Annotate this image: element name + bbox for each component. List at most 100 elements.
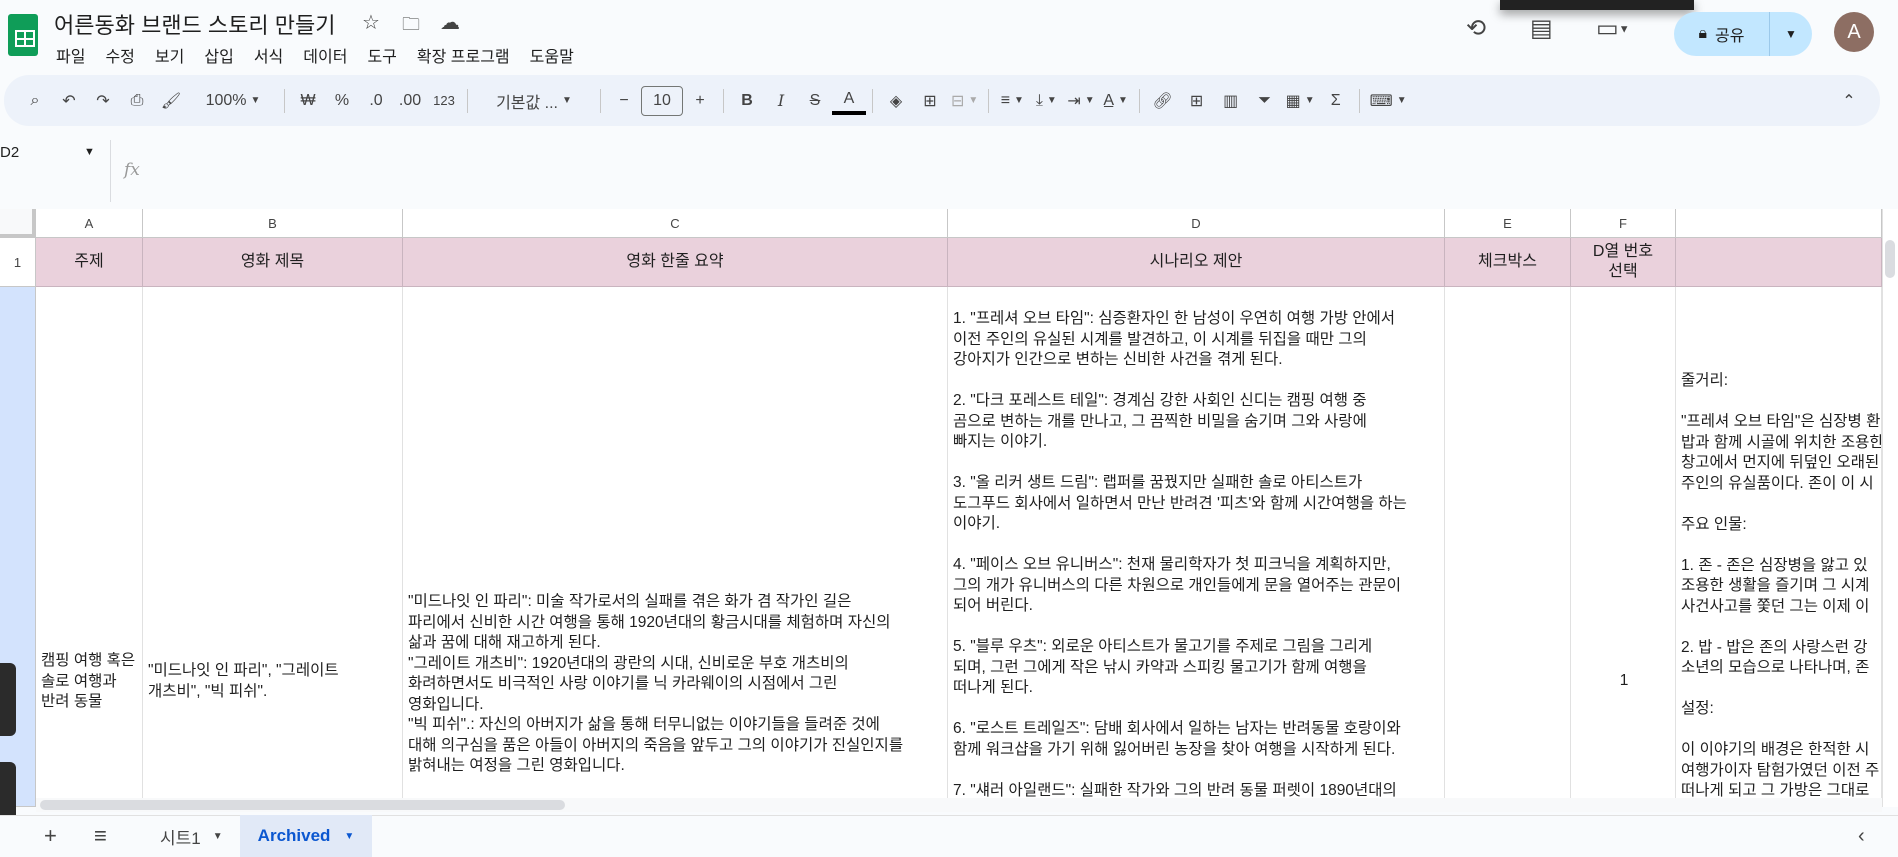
filter-views-icon[interactable]: ▦ ▼	[1282, 84, 1319, 118]
cloud-saved-icon[interactable]: ☁	[440, 10, 460, 35]
text-rotation-icon[interactable]: A̲ ▼	[1099, 84, 1133, 118]
vertical-scroll-thumb[interactable]	[1885, 240, 1895, 278]
comments-icon[interactable]: ▤	[1530, 14, 1553, 43]
move-folder-icon[interactable]: 🗀	[402, 12, 420, 42]
menu-bar: 파일 수정 보기 삽입 서식 데이터 도구 확장 프로그램 도움말	[56, 43, 574, 67]
sheet-tab-archived[interactable]: Archived ▼	[240, 815, 372, 857]
text-color-button[interactable]: A	[832, 87, 866, 115]
column-header-a[interactable]: A	[36, 209, 143, 238]
header-cell-topic[interactable]: 주제	[36, 238, 143, 287]
more-formats-button[interactable]: 123	[427, 84, 461, 118]
sheet-tab-sheet1[interactable]: 시트1 ▼	[160, 815, 223, 857]
toolbar: ⌕ ↶ ↷ ⎙ 🖌︎ 100% ▼ ₩ % .0 .00 123 기본값 ... ▼…	[4, 75, 1880, 126]
menu-format[interactable]: 서식	[254, 43, 283, 67]
overlay-popup-edge	[1500, 0, 1694, 10]
search-menus-icon[interactable]: ⌕	[18, 84, 52, 118]
bold-button[interactable]: B	[730, 84, 764, 118]
vertical-scrollbar[interactable]	[1882, 209, 1898, 807]
insert-chart-icon[interactable]: ▥	[1214, 84, 1248, 118]
undo-icon[interactable]: ↶	[52, 84, 86, 118]
menu-view[interactable]: 보기	[155, 43, 184, 67]
sheets-logo[interactable]	[8, 14, 38, 56]
cell-f2[interactable]: 1	[1571, 287, 1676, 807]
avatar[interactable]: A	[1834, 12, 1874, 52]
vertical-align-icon[interactable]: ⤓ ▼	[1029, 84, 1063, 118]
print-icon[interactable]: ⎙	[120, 84, 154, 118]
cell-d2-text: 1. "프레셔 오브 타임": 심증환자인 한 남성이 우연히 여행 가방 안에…	[953, 310, 1407, 807]
spreadsheet-grid[interactable]: A B C D E F 1 주제 영화 제목 영화 한줄 요약 시나리오 제안 …	[0, 209, 1882, 807]
filter-icon[interactable]: ⏷	[1248, 84, 1282, 118]
menu-edit[interactable]: 수정	[105, 43, 134, 67]
font-size-input[interactable]: 10	[641, 85, 683, 116]
decrease-decimal-button[interactable]: .0	[359, 84, 393, 118]
column-header-d[interactable]: D	[948, 209, 1445, 238]
divider	[872, 88, 873, 113]
cell-c2-text: "미드나잇 인 파리": 미술 작가로서의 실패를 겪은 화가 겸 작가인 길은…	[408, 593, 904, 774]
divider	[988, 88, 990, 113]
all-sheets-button[interactable]: ≡	[94, 815, 107, 857]
column-header-c[interactable]: C	[403, 209, 948, 238]
text-wrapping-icon[interactable]: ⇥ ▼	[1063, 84, 1098, 118]
strikethrough-icon[interactable]: S	[798, 84, 832, 118]
cell-e2[interactable]	[1445, 287, 1571, 807]
menu-extensions[interactable]: 확장 프로그램	[417, 43, 510, 67]
document-title[interactable]: 어른동화 브랜드 스토리 만들기	[54, 8, 335, 40]
column-header-e[interactable]: E	[1445, 209, 1571, 238]
font-select[interactable]: 기본값 ... ▼	[474, 84, 594, 118]
borders-icon[interactable]: ⊞	[913, 84, 947, 118]
star-icon[interactable]: ☆	[362, 10, 380, 35]
cell-b2[interactable]: "미드나잇 인 파리", "그레이트 개츠비", "빅 피쉬".	[143, 287, 403, 807]
share-button[interactable]: 🔒︎ 공유 ▼	[1674, 12, 1812, 56]
currency-format-button[interactable]: ₩	[291, 84, 325, 118]
name-box-dropdown-icon[interactable]: ▼	[84, 146, 95, 158]
divider	[600, 88, 601, 113]
font-value: 기본값 ...	[496, 94, 559, 112]
select-all-corner[interactable]	[0, 209, 36, 238]
cell-a2[interactable]: 캠핑 여행 혹은 솔로 여행과 반려 동물	[36, 287, 143, 807]
divider	[723, 88, 724, 113]
functions-button[interactable]: Σ	[1319, 84, 1353, 118]
share-dropdown-icon[interactable]: ▼	[1770, 27, 1812, 41]
column-header-f[interactable]: F	[1571, 209, 1676, 238]
merge-cells-icon[interactable]: ⊟ ▼	[947, 84, 982, 118]
column-header-b[interactable]: B	[143, 209, 403, 238]
header-cell-scenario[interactable]: 시나리오 제안	[948, 238, 1445, 287]
horizontal-scroll-thumb[interactable]	[40, 800, 565, 810]
add-sheet-button[interactable]: +	[44, 815, 57, 857]
horizontal-align-icon[interactable]: ≡ ▼	[995, 84, 1029, 118]
menu-tools[interactable]: 도구	[367, 43, 396, 67]
header-cell-g[interactable]	[1676, 238, 1882, 287]
version-history-icon[interactable]: ⟲	[1466, 14, 1486, 43]
menu-file[interactable]: 파일	[56, 43, 85, 67]
menu-help[interactable]: 도움말	[530, 43, 574, 67]
zoom-select[interactable]: 100% ▼	[188, 84, 278, 118]
header-cell-checkbox[interactable]: 체크박스	[1445, 238, 1571, 287]
cell-g2[interactable]: 줄거리: "프레셔 오브 타임"은 심장병 환 밥과 함께 시골에 위치한 조용…	[1676, 287, 1882, 807]
side-panel-toggle[interactable]	[0, 663, 16, 736]
input-tools-keyboard-icon[interactable]: ⌨ ▼	[1366, 84, 1411, 118]
formula-input[interactable]	[160, 140, 1860, 202]
cell-c2[interactable]: "미드나잇 인 파리": 미술 작가로서의 실패를 겪은 화가 겸 작가인 길은…	[403, 287, 948, 807]
cell-g2-text: 줄거리: "프레셔 오브 타임"은 심장병 환 밥과 함께 시골에 위치한 조용…	[1681, 372, 1882, 807]
menu-insert[interactable]: 삽입	[204, 43, 233, 67]
cell-d2[interactable]: 1. "프레셔 오브 타임": 심증환자인 한 남성이 우연히 여행 가방 안에…	[948, 287, 1445, 807]
increase-decimal-button[interactable]: .00	[393, 84, 427, 118]
menu-data[interactable]: 데이터	[303, 43, 347, 67]
meet-video-icon[interactable]: ▭▼	[1596, 14, 1630, 43]
header-cell-summary[interactable]: 영화 한줄 요약	[403, 238, 948, 287]
decrease-font-size-button[interactable]: −	[607, 84, 641, 118]
italic-button[interactable]: I	[764, 84, 798, 118]
fill-color-icon[interactable]: ◈	[879, 84, 913, 118]
paint-format-icon[interactable]: 🖌︎	[154, 84, 188, 118]
percent-format-button[interactable]: %	[325, 84, 359, 118]
redo-icon[interactable]: ↷	[86, 84, 120, 118]
column-header-g[interactable]	[1676, 209, 1882, 238]
header-cell-d-number[interactable]: D열 번호 선택	[1571, 238, 1676, 287]
insert-comment-icon[interactable]: ⊞	[1180, 84, 1214, 118]
increase-font-size-button[interactable]: +	[683, 84, 717, 118]
side-panel-collapse-icon[interactable]: ‹	[1858, 815, 1865, 857]
header-cell-movie-title[interactable]: 영화 제목	[143, 238, 403, 287]
row-header-1[interactable]: 1	[0, 238, 36, 287]
insert-link-icon[interactable]: 🔗︎	[1146, 84, 1180, 118]
collapse-menus-icon[interactable]: ⌃	[1832, 84, 1866, 118]
